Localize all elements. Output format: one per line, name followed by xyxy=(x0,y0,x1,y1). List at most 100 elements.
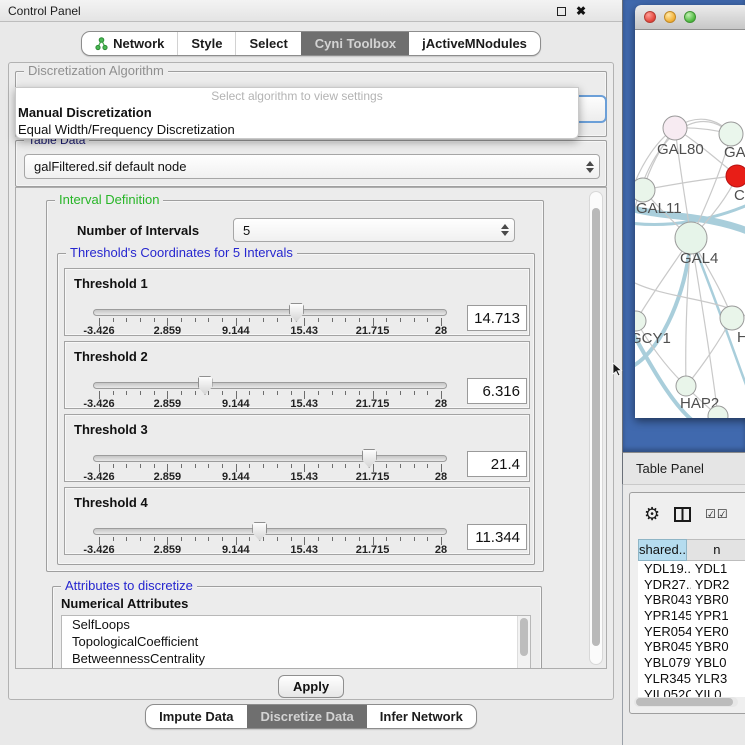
table-cell: YLR3 xyxy=(691,671,745,687)
apply-button[interactable]: Apply xyxy=(278,675,344,698)
numerical-attributes-list[interactable]: SelfLoopsTopologicalCoefficientBetweenne… xyxy=(61,615,531,669)
table-data-value: galFiltered.sif default node xyxy=(25,159,583,174)
column-header[interactable]: n xyxy=(687,539,745,561)
table-data-combobox[interactable]: galFiltered.sif default node xyxy=(24,154,600,179)
threshold-row: Threshold 4-3.4262.8599.14415.4321.71528… xyxy=(64,487,530,555)
float-window-icon[interactable] xyxy=(557,7,566,16)
threshold-value-field[interactable]: 21.4 xyxy=(467,451,527,477)
tab-discretize-data[interactable]: Discretize Data xyxy=(247,705,367,728)
select-columns-icon[interactable]: ☑☑ xyxy=(705,507,729,521)
table-cell: YPR145W xyxy=(638,608,691,624)
tab-style[interactable]: Style xyxy=(177,32,235,55)
interval-definition-group: Interval Definition Number of Intervals … xyxy=(46,200,544,572)
algorithm-option[interactable]: Equal Width/Frequency Discretization xyxy=(16,121,578,138)
threshold-value-field[interactable]: 6.316 xyxy=(467,378,527,404)
table-panel-title: Table Panel xyxy=(623,461,704,476)
table-row[interactable]: YLR345WYLR3 xyxy=(638,671,745,687)
attributes-scrollbar[interactable] xyxy=(517,616,530,669)
split-columns-icon[interactable] xyxy=(674,507,691,522)
table-horizontal-scrollbar[interactable] xyxy=(634,697,738,707)
slider-track[interactable] xyxy=(93,309,447,316)
node-label: GAL11 xyxy=(636,200,682,217)
table-cell: YDL19... xyxy=(638,561,691,577)
panel-title: Control Panel xyxy=(0,4,81,18)
table-cell: YBR0 xyxy=(691,639,745,655)
minimize-traffic-light[interactable] xyxy=(664,11,676,23)
panel-scrollbar[interactable] xyxy=(589,191,603,665)
tick-label: -3.426 xyxy=(83,398,114,410)
threshold-slider[interactable]: -3.4262.8599.14415.4321.71528 xyxy=(93,449,447,481)
table-panel: ⚙ ☑☑ shared...n YDL19...YDL1YDR27...YDR2… xyxy=(622,485,745,745)
mouse-cursor xyxy=(612,362,623,377)
network-node-ga[interactable] xyxy=(719,122,743,146)
threshold-slider[interactable]: -3.4262.8599.14415.4321.71528 xyxy=(93,522,447,554)
threshold-slider[interactable]: -3.4262.8599.14415.4321.71528 xyxy=(93,303,447,335)
table-row[interactable]: YIL052CYIL0 xyxy=(638,687,745,698)
table-row[interactable]: YDR27...YDR2 xyxy=(638,577,745,593)
algorithm-prompt-option[interactable]: Select algorithm to view settings xyxy=(16,89,578,104)
tick-label: 2.859 xyxy=(154,325,182,337)
tab-network[interactable]: Network xyxy=(82,32,177,55)
tick-label: 9.144 xyxy=(222,544,250,556)
network-node-gcy1[interactable] xyxy=(635,311,646,331)
number-of-intervals-value: 5 xyxy=(234,223,498,238)
network-node-hap2[interactable] xyxy=(676,376,696,396)
table-cell: YDR2 xyxy=(691,577,745,593)
number-of-intervals-label: Number of Intervals xyxy=(77,223,199,238)
tick-label: 15.43 xyxy=(290,471,318,483)
node-label: GCY1 xyxy=(635,330,671,347)
node-table[interactable]: shared...n YDL19...YDL1YDR27...YDR2YBR04… xyxy=(638,539,745,697)
settings-scroll-panel: Interval Definition Number of Intervals … xyxy=(15,187,607,669)
close-icon[interactable]: ✖ xyxy=(576,5,586,17)
tick-label: 28 xyxy=(435,398,447,410)
threshold-row: Threshold 1-3.4262.8599.14415.4321.71528… xyxy=(64,268,530,336)
top-tab-bar: NetworkStyleSelectCyni Toolbox jActiveMNo… xyxy=(81,31,541,56)
table-row[interactable]: YPR145WYPR1 xyxy=(638,608,745,624)
network-icon xyxy=(95,37,108,51)
close-traffic-light[interactable] xyxy=(644,11,656,23)
tab-label: Infer Network xyxy=(380,709,463,724)
zoom-traffic-light[interactable] xyxy=(684,11,696,23)
attributes-group: Attributes to discretize Numerical Attri… xyxy=(52,586,542,669)
tick-label: 21.715 xyxy=(356,398,390,410)
table-cell: YBR043C xyxy=(638,592,691,608)
table-toolbar: ⚙ ☑☑ xyxy=(630,493,745,535)
tab-cyni-toolbox[interactable]: Cyni Toolbox xyxy=(301,32,409,55)
slider-track[interactable] xyxy=(93,455,447,462)
table-row[interactable]: YBL079WYBL0 xyxy=(638,655,745,671)
network-node-gal11[interactable] xyxy=(635,178,655,202)
control-panel: Control Panel ✖ NetworkStyleSelectCyni T… xyxy=(0,0,622,745)
tick-label: -3.426 xyxy=(83,325,114,337)
table-row[interactable]: YBR043CYBR0 xyxy=(638,592,745,608)
attribute-item[interactable]: BetweennessCentrality xyxy=(62,650,530,667)
threshold-value-field[interactable]: 11.344 xyxy=(467,524,527,550)
network-canvas[interactable]: GAL80GACGAL11GAL4GCY1HHAP2 xyxy=(635,30,745,418)
gear-icon[interactable]: ⚙ xyxy=(644,505,660,523)
table-row[interactable]: YBR045CYBR0 xyxy=(638,639,745,655)
network-node-c[interactable] xyxy=(726,165,745,187)
slider-track[interactable] xyxy=(93,382,447,389)
column-header[interactable]: shared... xyxy=(638,539,687,561)
network-node-gal80[interactable] xyxy=(663,116,687,140)
threshold-slider[interactable]: -3.4262.8599.14415.4321.71528 xyxy=(93,376,447,408)
threshold-value-field[interactable]: 14.713 xyxy=(467,305,527,331)
tick-label: 9.144 xyxy=(222,471,250,483)
network-edge[interactable] xyxy=(643,176,737,190)
algorithm-option[interactable]: Manual Discretization xyxy=(16,104,578,121)
tab-jactivemnodules[interactable]: jActiveMNodules xyxy=(409,32,540,55)
attribute-item[interactable]: SelfLoops xyxy=(62,616,530,633)
number-of-intervals-combobox[interactable]: 5 xyxy=(233,218,515,242)
tick-label: 2.859 xyxy=(154,544,182,556)
slider-track[interactable] xyxy=(93,528,447,535)
control-panel-titlebar: Control Panel ✖ xyxy=(0,0,622,22)
tab-impute-data[interactable]: Impute Data xyxy=(146,705,246,728)
attribute-item[interactable]: TopologicalCoefficient xyxy=(62,633,530,650)
table-row[interactable]: YER054CYER0 xyxy=(638,624,745,640)
table-row[interactable]: YDL19...YDL1 xyxy=(638,561,745,577)
tab-select[interactable]: Select xyxy=(235,32,300,55)
table-cell: YBL0 xyxy=(691,655,745,671)
network-node-h[interactable] xyxy=(720,306,744,330)
tab-label: jActiveMNodules xyxy=(422,36,527,51)
tab-infer-network[interactable]: Infer Network xyxy=(367,705,476,728)
tick-label: 21.715 xyxy=(356,471,390,483)
